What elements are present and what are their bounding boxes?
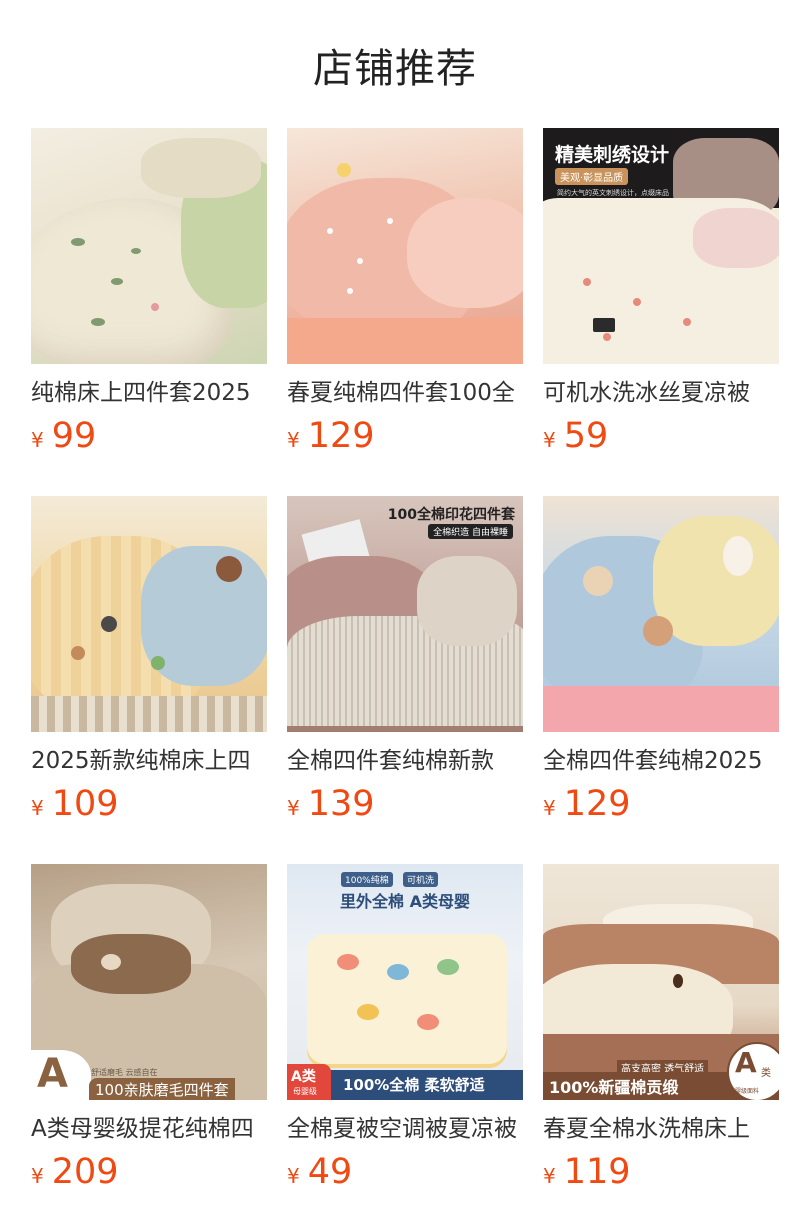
product-price: ¥99: [31, 416, 267, 462]
product-name[interactable]: 可机水洗冰丝夏凉被: [543, 378, 779, 408]
product-name[interactable]: 纯棉床上四件套2025: [31, 378, 267, 408]
product-name[interactable]: A类母婴级提花纯棉四: [31, 1114, 267, 1144]
overlay-tag: 美观·彰显品质: [555, 168, 629, 185]
overlay-tag-cotton: 100%纯棉: [341, 872, 393, 887]
product-image[interactable]: [287, 128, 523, 364]
price-value: 49: [307, 1152, 353, 1192]
page: 店铺推荐 纯棉床上四件套2025 ¥99 春夏纯棉四件套100全 ¥ 129 精…: [0, 0, 790, 1232]
product-name[interactable]: 全棉四件套纯棉2025: [543, 746, 779, 776]
product-image[interactable]: 精美刺绣设计 美观·彰显品质 简约大气的英文刺绣设计，点缀床品: [543, 128, 779, 364]
product-price: ¥129: [543, 784, 779, 830]
product-price: ¥109: [31, 784, 267, 830]
currency-symbol: ¥: [287, 428, 300, 452]
price-value: 59: [563, 416, 609, 456]
product-price: ¥59: [543, 416, 779, 462]
product-image[interactable]: [543, 496, 779, 732]
overlay-tag-washable: 可机洗: [403, 872, 439, 887]
price-value: 209: [51, 1152, 119, 1192]
currency-symbol: ¥: [543, 428, 556, 452]
overlay-grade-sub: 母婴级面料: [729, 1088, 760, 1095]
price-value: 99: [51, 416, 97, 456]
product-image[interactable]: 高支高密 透气舒适 100%新疆棉贡缎 A 类 母婴级面料: [543, 864, 779, 1100]
product-price: ¥139: [287, 784, 523, 830]
price-value: 129: [563, 784, 631, 824]
product-name[interactable]: 全棉四件套纯棉新款: [287, 746, 523, 776]
overlay-banner: 100亲肤磨毛四件套: [89, 1078, 235, 1100]
product-card[interactable]: 纯棉床上四件套2025 ¥99: [31, 128, 267, 496]
product-image[interactable]: 100%纯棉 可机洗 里外全棉 A类母婴 A类 母婴级 100%全棉 柔软舒适: [287, 864, 523, 1100]
product-card[interactable]: 高支高密 透气舒适 100%新疆棉贡缎 A 类 母婴级面料 春夏全棉水洗棉床上 …: [543, 864, 779, 1232]
product-name[interactable]: 2025新款纯棉床上四: [31, 746, 267, 776]
product-image[interactable]: [31, 496, 267, 732]
product-grid: 纯棉床上四件套2025 ¥99 春夏纯棉四件套100全 ¥129 精美刺绣设计 …: [31, 128, 779, 1232]
overlay-grade-sub: 母婴级: [293, 1087, 317, 1096]
price-value: 119: [563, 1152, 631, 1192]
product-name[interactable]: 全棉夏被空调被夏凉被: [287, 1114, 523, 1144]
currency-symbol: ¥: [543, 796, 556, 820]
overlay-headline: 里外全棉 A类母婴: [340, 892, 470, 911]
product-price: ¥119: [543, 1152, 779, 1198]
overlay-caption: 简约大气的英文刺绣设计，点缀床品: [557, 189, 669, 197]
overlay-grade-letter: A: [37, 1051, 68, 1097]
overlay-banner: 100%新疆棉贡缎: [549, 1078, 679, 1097]
product-price: ¥49: [287, 1152, 523, 1198]
overlay-subtitle: 舒适磨毛 云感自在: [91, 1068, 158, 1077]
product-price: ¥129: [287, 416, 523, 462]
overlay-tag: 全棉织造 自由裸睡: [428, 524, 513, 539]
product-name[interactable]: 春夏全棉水洗棉床上: [543, 1114, 779, 1144]
price-value: 129: [307, 416, 375, 456]
product-card[interactable]: A 舒适磨毛 云感自在 100亲肤磨毛四件套 A类母婴级提花纯棉四 ¥209: [31, 864, 267, 1232]
product-card[interactable]: 春夏纯棉四件套100全 ¥129: [287, 128, 523, 496]
price-value: 139: [307, 784, 375, 824]
currency-symbol: ¥: [287, 1164, 300, 1188]
currency-symbol: ¥: [31, 796, 44, 820]
product-card[interactable]: 2025新款纯棉床上四 ¥109: [31, 496, 267, 864]
currency-symbol: ¥: [31, 1164, 44, 1188]
section-title: 店铺推荐: [313, 46, 477, 92]
product-card[interactable]: 100%纯棉 可机洗 里外全棉 A类母婴 A类 母婴级 100%全棉 柔软舒适 …: [287, 864, 523, 1232]
currency-symbol: ¥: [31, 428, 44, 452]
product-card[interactable]: 精美刺绣设计 美观·彰显品质 简约大气的英文刺绣设计，点缀床品 可机水洗冰丝夏凉…: [543, 128, 779, 496]
overlay-grade-letter: A: [735, 1046, 757, 1079]
product-image[interactable]: [31, 128, 267, 364]
currency-symbol: ¥: [543, 1164, 556, 1188]
product-price: ¥209: [31, 1152, 267, 1198]
currency-symbol: ¥: [287, 796, 300, 820]
overlay-grade-suffix: 类: [761, 1068, 771, 1079]
overlay-banner: 100%全棉 柔软舒适: [343, 1076, 485, 1094]
price-value: 109: [51, 784, 119, 824]
product-card[interactable]: 100全棉印花四件套 全棉织造 自由裸睡 全棉四件套纯棉新款 ¥139: [287, 496, 523, 864]
overlay-grade: A类: [291, 1069, 316, 1085]
overlay-headline: 精美刺绣设计: [555, 144, 670, 166]
product-image[interactable]: A 舒适磨毛 云感自在 100亲肤磨毛四件套: [31, 864, 267, 1100]
product-image[interactable]: 100全棉印花四件套 全棉织造 自由裸睡: [287, 496, 523, 732]
product-card[interactable]: 全棉四件套纯棉2025 ¥129: [543, 496, 779, 864]
overlay-headline: 100全棉印花四件套: [387, 507, 515, 523]
product-name[interactable]: 春夏纯棉四件套100全: [287, 378, 523, 408]
